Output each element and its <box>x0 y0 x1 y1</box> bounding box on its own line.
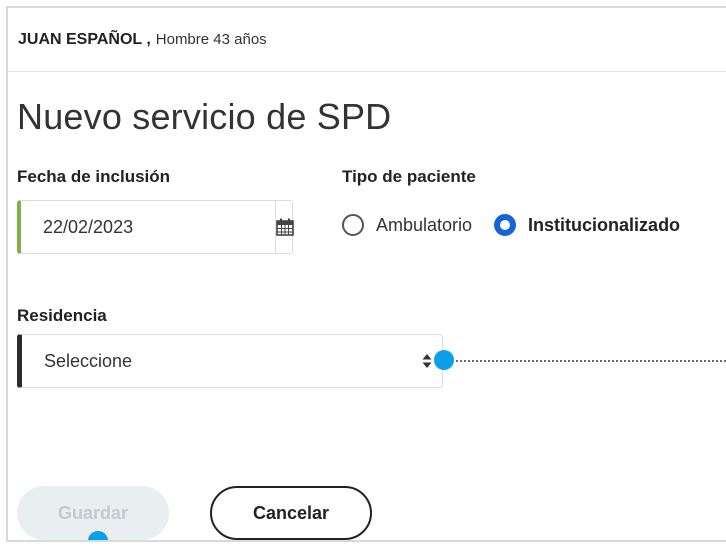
radio-institucionalizado-circle[interactable] <box>494 214 517 236</box>
cancel-button[interactable]: Cancelar <box>210 486 372 540</box>
patient-name: JUAN ESPAÑOL , <box>18 30 151 48</box>
radio-institucionalizado-label: Institucionalizado <box>528 214 681 235</box>
residencia-select[interactable]: Seleccione <box>17 334 443 388</box>
radio-ambulatorio-circle[interactable] <box>342 214 364 236</box>
residencia-label: Residencia <box>17 306 107 325</box>
tour-connector-line <box>456 360 726 362</box>
radio-ambulatorio-label: Ambulatorio <box>376 214 473 235</box>
tipo-paciente-radio-group: Ambulatorio Institucionalizado <box>342 214 702 236</box>
fecha-label: Fecha de inclusión <box>17 167 171 186</box>
date-picker-button[interactable] <box>275 201 294 253</box>
patient-header: JUAN ESPAÑOL , Hombre 43 años <box>8 8 726 72</box>
fecha-field-group <box>17 200 294 254</box>
radio-ambulatorio[interactable]: Ambulatorio <box>342 214 472 236</box>
page-title: Nuevo servicio de SPD <box>17 96 392 137</box>
radio-institucionalizado[interactable]: Institucionalizado <box>494 214 680 236</box>
fecha-input[interactable] <box>21 201 275 253</box>
calendar-icon <box>276 218 294 236</box>
app-frame: JUAN ESPAÑOL , Hombre 43 años Nuevo serv… <box>6 6 726 542</box>
patient-info: Hombre 43 años <box>155 31 267 48</box>
residencia-select-value: Seleccione <box>44 350 133 371</box>
tipo-paciente-label: Tipo de paciente <box>342 167 476 186</box>
tour-marker-residencia <box>434 350 454 370</box>
